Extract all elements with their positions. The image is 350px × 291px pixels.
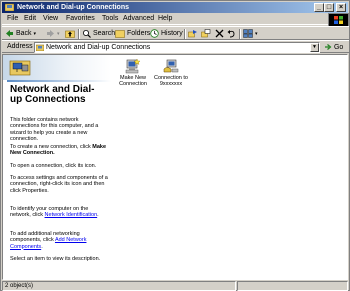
network-folder-icon bbox=[5, 3, 14, 11]
toolbar-separator bbox=[239, 29, 241, 39]
info-create: To create a new connection, click Make N… bbox=[10, 144, 107, 157]
delete-button[interactable] bbox=[215, 28, 224, 39]
menu-file[interactable]: File bbox=[7, 15, 18, 23]
web-view-info-pane: Network and Dial-up Connections This fol… bbox=[3, 55, 111, 279]
explorer-window: Network and Dial-up Connections _ □ × Fi… bbox=[0, 0, 350, 291]
history-icon bbox=[150, 28, 159, 38]
move-to-icon bbox=[188, 29, 197, 37]
delete-icon bbox=[215, 29, 224, 38]
status-panel bbox=[237, 281, 348, 291]
window-title: Network and Dial-up Connections bbox=[17, 4, 130, 11]
info-intro: This folder contains network connections… bbox=[10, 117, 99, 142]
info-pane-banner bbox=[3, 55, 111, 80]
windows-logo-icon bbox=[334, 16, 343, 24]
dialup-connection-item[interactable]: Connection to 9xxxxxxx bbox=[151, 58, 191, 87]
standard-toolbar: Back ▾ ▾ Search Folders History ▾ bbox=[2, 26, 349, 40]
copy-to-icon bbox=[201, 28, 211, 37]
info-identify: To identify your computer on the network… bbox=[10, 206, 99, 219]
back-arrow-icon bbox=[6, 29, 13, 37]
info-add: To add additional networking components,… bbox=[10, 231, 87, 250]
address-input[interactable]: Network and Dial-up Connections ▼ bbox=[34, 42, 320, 53]
banner-divider bbox=[7, 80, 111, 82]
address-label: Address bbox=[7, 43, 33, 50]
undo-icon bbox=[227, 29, 235, 38]
history-button[interactable]: History bbox=[150, 28, 183, 39]
info-pane-title: Network and Dial-up Connections bbox=[10, 84, 95, 105]
title-bar[interactable]: Network and Dial-up Connections _ □ × bbox=[2, 2, 348, 13]
address-bar: Address Network and Dial-up Connections … bbox=[2, 40, 349, 53]
menu-view[interactable]: View bbox=[43, 15, 58, 23]
up-button[interactable] bbox=[65, 28, 75, 39]
views-dropdown-icon[interactable]: ▾ bbox=[255, 31, 258, 37]
toolbar-separator bbox=[184, 29, 186, 39]
address-dropdown-button[interactable]: ▼ bbox=[310, 43, 319, 52]
minimize-button[interactable]: _ bbox=[314, 3, 324, 12]
make-new-connection-item[interactable]: Make New Connection bbox=[113, 58, 153, 87]
network-folder-icon bbox=[36, 44, 44, 51]
make-new-connection-icon bbox=[125, 58, 141, 74]
go-arrow-icon bbox=[325, 44, 332, 50]
menu-advanced[interactable]: Advanced bbox=[123, 15, 154, 23]
move-to-button[interactable] bbox=[188, 28, 198, 39]
menu-favorites[interactable]: Favorites bbox=[66, 15, 95, 23]
menu-bar: File Edit View Favorites Tools Advanced … bbox=[2, 13, 328, 25]
folders-icon bbox=[115, 29, 125, 38]
toolbar-separator bbox=[78, 29, 80, 39]
close-button[interactable]: × bbox=[336, 3, 346, 12]
menu-help[interactable]: Help bbox=[158, 15, 172, 23]
forward-button[interactable]: ▾ bbox=[46, 28, 59, 39]
folders-button[interactable]: Folders bbox=[115, 28, 150, 39]
forward-arrow-icon bbox=[47, 29, 54, 37]
info-select: Select an item to view its description. bbox=[10, 256, 101, 262]
views-button[interactable]: ▾ bbox=[243, 28, 257, 39]
windows-logo-throbber bbox=[328, 13, 349, 27]
maximize-button[interactable]: □ bbox=[324, 3, 334, 12]
info-open: To open a connection, click its icon. bbox=[10, 163, 97, 169]
address-value: Network and Dial-up Connections bbox=[46, 44, 151, 51]
network-identification-link[interactable]: Network Identification bbox=[45, 212, 98, 218]
views-icon bbox=[243, 28, 253, 38]
search-button[interactable]: Search bbox=[82, 28, 115, 39]
go-button[interactable]: Go bbox=[324, 43, 343, 52]
menu-edit[interactable]: Edit bbox=[24, 15, 36, 23]
network-connections-banner-icon bbox=[9, 60, 31, 76]
status-bar: 2 object(s) bbox=[2, 281, 348, 291]
dialup-connection-icon bbox=[163, 59, 179, 73]
up-folder-icon bbox=[65, 30, 75, 38]
status-object-count: 2 object(s) bbox=[2, 281, 236, 291]
copy-to-button[interactable] bbox=[201, 28, 211, 39]
info-settings: To access settings and components of a c… bbox=[10, 175, 108, 194]
forward-dropdown-icon[interactable]: ▾ bbox=[57, 31, 60, 37]
back-dropdown-icon[interactable]: ▾ bbox=[33, 31, 36, 37]
back-button[interactable]: Back ▾ bbox=[5, 28, 36, 39]
folder-view[interactable]: Network and Dial-up Connections This fol… bbox=[2, 54, 348, 280]
undo-button[interactable] bbox=[227, 28, 236, 39]
menu-tools[interactable]: Tools bbox=[102, 15, 118, 23]
search-icon bbox=[83, 29, 91, 38]
